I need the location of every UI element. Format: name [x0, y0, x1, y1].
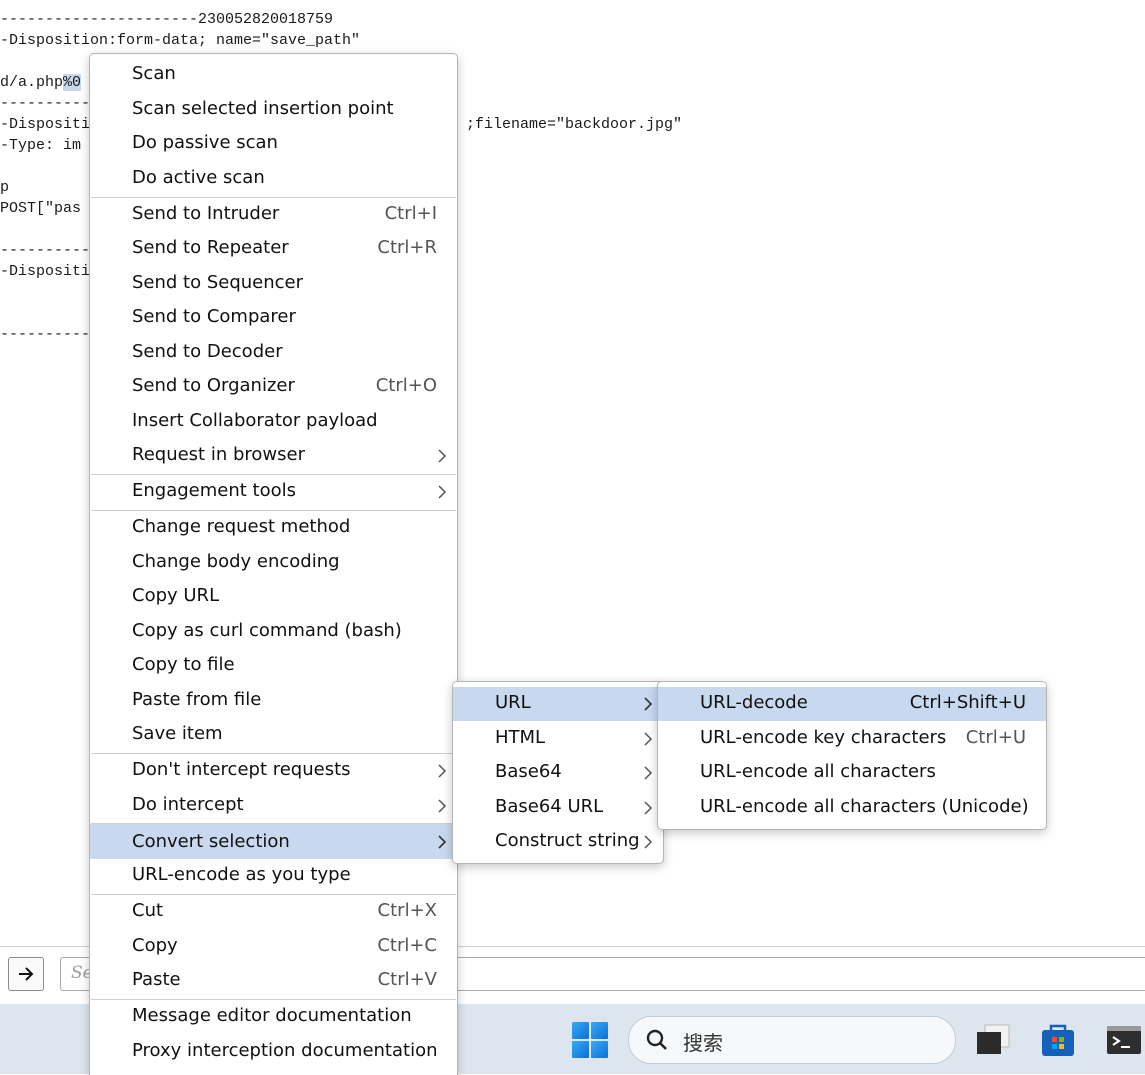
editor-line: ----------: [0, 242, 91, 259]
menu-item-dont-intercept-requests[interactable]: Don't intercept requests: [90, 754, 457, 788]
editor-line: -Disposition:form-data; name="save_path": [0, 32, 361, 49]
shortcut-label: Ctrl+X: [377, 900, 437, 921]
menu-item-change-request-method[interactable]: Change request method: [90, 511, 457, 545]
menu-item-proxy-interception-documentation[interactable]: Proxy interception documentation: [90, 1035, 457, 1069]
chevron-right-icon: [438, 764, 447, 778]
forward-arrow-button[interactable]: [8, 957, 44, 991]
editor-line: ----------: [0, 95, 91, 112]
taskbar-search-box[interactable]: 搜索: [628, 1016, 956, 1064]
editor-line: ;filename="backdoor.jpg": [466, 116, 683, 133]
chevron-right-icon: [438, 485, 447, 499]
editor-line: p: [0, 179, 10, 196]
terminal-icon[interactable]: [1106, 1022, 1142, 1058]
menu-item-insert-collaborator-payload[interactable]: Insert Collaborator payload: [90, 405, 457, 439]
menu-item-scan-selected-insertion-point[interactable]: Scan selected insertion point: [90, 93, 457, 127]
shortcut-label: Ctrl+Shift+U: [909, 692, 1026, 713]
shortcut-label: Ctrl+C: [377, 935, 437, 956]
menu-item-do-active-scan[interactable]: Do active scan: [90, 162, 457, 196]
submenu-item-url[interactable]: URL: [453, 687, 663, 721]
chevron-right-icon: [438, 799, 447, 813]
menu-item-copy-url[interactable]: Copy URL: [90, 580, 457, 614]
menu-item-do-intercept[interactable]: Do intercept: [90, 789, 457, 823]
windows-start-icon[interactable]: [572, 1022, 608, 1058]
menu-item-send-to-intruder[interactable]: Send to Intruder Ctrl+I: [90, 198, 457, 232]
context-menu: Scan Scan selected insertion point Do pa…: [89, 53, 458, 1075]
menu-item-copy[interactable]: Copy Ctrl+C: [90, 930, 457, 964]
url-submenu: URL-decode Ctrl+Shift+U URL-encode key ch…: [657, 681, 1047, 830]
submenu-item-construct-string[interactable]: Construct string: [453, 825, 663, 859]
chevron-right-icon: [644, 835, 653, 849]
menu-item-change-body-encoding[interactable]: Change body encoding: [90, 546, 457, 580]
menu-item-copy-as-curl[interactable]: Copy as curl command (bash): [90, 615, 457, 649]
convert-selection-submenu: URL HTML Base64 Base64 URL Construct str…: [452, 681, 664, 864]
chevron-right-icon: [644, 697, 653, 711]
menu-item-paste[interactable]: Paste Ctrl+V: [90, 964, 457, 998]
shortcut-label: Ctrl+R: [377, 237, 437, 258]
editor-line: POST["pas: [0, 200, 82, 217]
submenu-item-base64-url[interactable]: Base64 URL: [453, 791, 663, 825]
shortcut-label: Ctrl+I: [384, 203, 437, 224]
editor-line: d/a.php%0: [0, 74, 82, 91]
arrow-right-icon: [19, 967, 34, 981]
menu-item-send-to-repeater[interactable]: Send to Repeater Ctrl+R: [90, 232, 457, 266]
chevron-right-icon: [644, 766, 653, 780]
editor-line: ----------------------230052820018759: [0, 11, 334, 28]
chevron-right-icon: [438, 835, 447, 849]
editor-line: -Type: im: [0, 137, 82, 154]
chevron-right-icon: [644, 801, 653, 815]
menu-item-send-to-organizer[interactable]: Send to Organizer Ctrl+O: [90, 370, 457, 404]
shortcut-label: Ctrl+O: [375, 375, 437, 396]
task-view-icon[interactable]: [975, 1022, 1011, 1058]
menu-item-send-to-comparer[interactable]: Send to Comparer: [90, 301, 457, 335]
submenu-item-url-decode[interactable]: URL-decode Ctrl+Shift+U: [658, 687, 1046, 721]
menu-item-message-editor-documentation[interactable]: Message editor documentation: [90, 1000, 457, 1034]
menu-item-cut[interactable]: Cut Ctrl+X: [90, 895, 457, 929]
store-icon[interactable]: [1040, 1022, 1076, 1058]
editor-line: ----------: [0, 326, 91, 343]
menu-item-url-encode-as-you-type[interactable]: URL-encode as you type: [90, 859, 457, 893]
submenu-item-base64[interactable]: Base64: [453, 756, 663, 790]
menu-item-send-to-decoder[interactable]: Send to Decoder: [90, 336, 457, 370]
magnifier-icon: [646, 1029, 667, 1050]
menu-item-engagement-tools[interactable]: Engagement tools: [90, 475, 457, 509]
submenu-item-url-encode-all-characters[interactable]: URL-encode all characters: [658, 756, 1046, 790]
menu-item-request-in-browser[interactable]: Request in browser: [90, 439, 457, 473]
shortcut-label: Ctrl+U: [965, 727, 1026, 748]
submenu-item-url-encode-all-characters-unicode[interactable]: URL-encode all characters (Unicode): [658, 791, 1046, 825]
menu-item-save-item[interactable]: Save item: [90, 718, 457, 752]
chevron-right-icon: [644, 732, 653, 746]
menu-item-send-to-sequencer[interactable]: Send to Sequencer: [90, 267, 457, 301]
submenu-item-html[interactable]: HTML: [453, 722, 663, 756]
menu-item-convert-selection[interactable]: Convert selection: [90, 824, 457, 859]
editor-line: -Dispositi: [0, 116, 91, 133]
menu-item-paste-from-file[interactable]: Paste from file: [90, 684, 457, 718]
menu-item-scan[interactable]: Scan: [90, 58, 457, 92]
menu-item-copy-to-file[interactable]: Copy to file: [90, 649, 457, 683]
chevron-right-icon: [438, 449, 447, 463]
taskbar-search-label: 搜索: [683, 1031, 723, 1055]
submenu-item-url-encode-key-characters[interactable]: URL-encode key characters Ctrl+U: [658, 722, 1046, 756]
menu-item-do-passive-scan[interactable]: Do passive scan: [90, 127, 457, 161]
editor-line: -Dispositi: [0, 263, 91, 280]
shortcut-label: Ctrl+V: [377, 969, 437, 990]
selected-text: %0: [63, 74, 82, 91]
